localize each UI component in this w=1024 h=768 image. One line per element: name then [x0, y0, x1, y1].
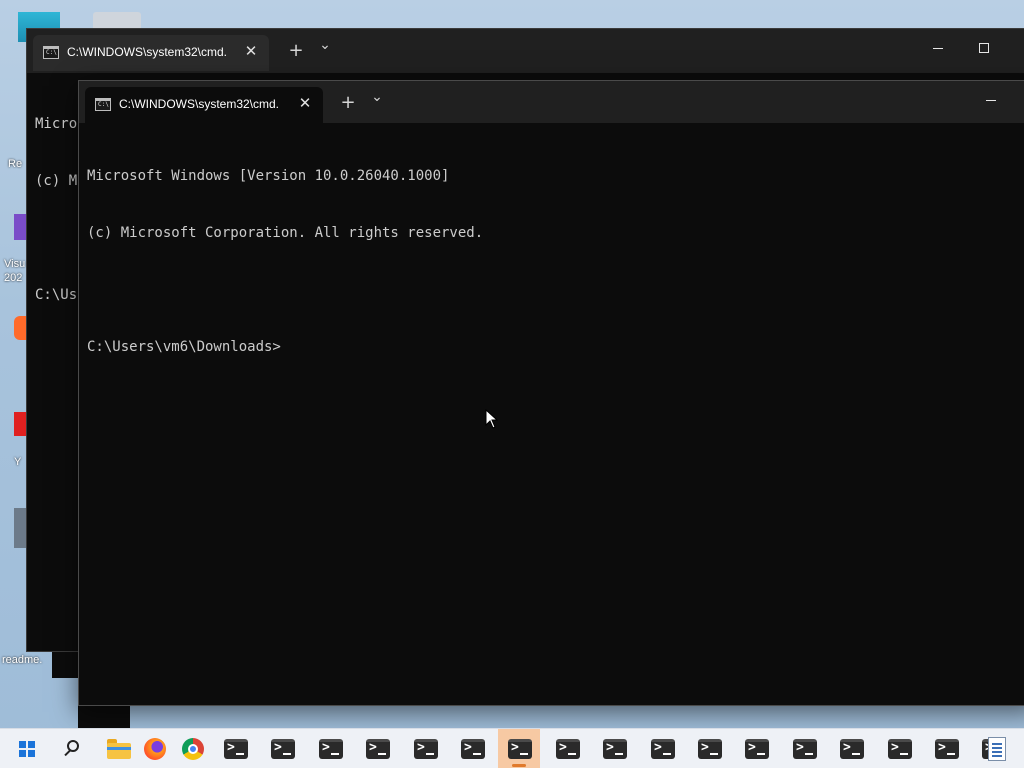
terminal-taskbar-button[interactable]	[404, 729, 446, 768]
terminal-icon	[461, 739, 485, 759]
terminal-taskbar-button[interactable]	[593, 729, 635, 768]
desktop-label-red-app: Y	[14, 456, 22, 468]
tab-dropdown-button[interactable]: ⌄	[365, 85, 389, 109]
terminal-taskbar-button[interactable]	[641, 729, 683, 768]
firefox-icon[interactable]	[144, 738, 166, 760]
terminal-icon	[414, 739, 438, 759]
search-icon	[62, 739, 82, 759]
terminal-taskbar-button[interactable]	[830, 729, 872, 768]
search-button[interactable]	[50, 729, 92, 768]
terminal-taskbar-button[interactable]	[356, 729, 398, 768]
console-line: Microsoft Windows [Version 10.0.26040.10…	[87, 168, 450, 184]
terminal-icon	[603, 739, 627, 759]
terminal-taskbar-button[interactable]	[783, 729, 825, 768]
terminal-icon	[224, 739, 248, 759]
tab-title: C:\WINDOWS\system32\cmd.	[67, 45, 228, 59]
desktop-label-visual-studio-year: 202	[4, 272, 23, 284]
red-app-icon[interactable]	[14, 412, 26, 436]
terminal-icon	[888, 739, 912, 759]
window-edge	[78, 706, 130, 728]
title-bar[interactable]: C:\ C:\WINDOWS\system32\cmd. ✕ + ⌄	[27, 29, 1024, 73]
pen-app-icon[interactable]	[14, 508, 26, 548]
terminal-icon	[556, 739, 580, 759]
terminal-taskbar-button[interactable]	[878, 729, 920, 768]
cmd-icon: C:\	[43, 46, 59, 59]
terminal-taskbar-button[interactable]	[498, 729, 540, 768]
command-prompt[interactable]: C:\Users\vm6\Downloads>	[87, 338, 1024, 357]
terminal-icon	[271, 739, 295, 759]
close-tab-icon[interactable]: ✕	[297, 95, 313, 111]
terminal-icon	[651, 739, 675, 759]
terminal-icon	[840, 739, 864, 759]
tab-title: C:\WINDOWS\system32\cmd.	[119, 97, 280, 111]
firefox-shortcut-icon[interactable]	[14, 316, 26, 340]
notepad-icon[interactable]	[988, 737, 1006, 761]
visual-studio-icon[interactable]	[14, 214, 26, 240]
desktop-label-readme: readme.	[2, 654, 43, 666]
tab-cmd[interactable]: C:\ C:\WINDOWS\system32\cmd. ✕	[85, 87, 323, 123]
terminal-icon	[793, 739, 817, 759]
desktop-label-recycle: Re	[8, 158, 23, 170]
terminal-taskbar-button[interactable]	[261, 729, 303, 768]
terminal-icon	[508, 739, 532, 759]
new-tab-button[interactable]: +	[336, 91, 360, 115]
terminal-taskbar-button[interactable]	[925, 729, 967, 768]
terminal-taskbar-button[interactable]	[735, 729, 777, 768]
cmd-icon: C:\	[95, 98, 111, 111]
console-output[interactable]: Microsoft Windows [Version 10.0.26040.10…	[87, 129, 1024, 395]
minimize-icon	[986, 100, 996, 101]
terminal-icon	[366, 739, 390, 759]
terminal-icon	[935, 739, 959, 759]
terminal-taskbar-button[interactable]	[546, 729, 588, 768]
terminal-icon	[698, 739, 722, 759]
tab-dropdown-button[interactable]: ⌄	[313, 33, 337, 57]
terminal-taskbar-button[interactable]	[214, 729, 256, 768]
cmd-window-foreground[interactable]: C:\ C:\WINDOWS\system32\cmd. ✕ + ⌄ Micro…	[78, 80, 1024, 706]
mouse-cursor-icon	[485, 409, 499, 429]
terminal-icon	[319, 739, 343, 759]
close-tab-icon[interactable]: ✕	[243, 43, 259, 59]
terminal-icon	[745, 739, 769, 759]
file-explorer-icon[interactable]	[107, 739, 131, 759]
minimize-button[interactable]	[924, 37, 954, 61]
minimize-button[interactable]	[977, 89, 1007, 113]
window-edge	[52, 652, 78, 678]
maximize-button[interactable]	[970, 37, 1000, 61]
chrome-icon[interactable]	[182, 738, 204, 760]
tab-cmd[interactable]: C:\ C:\WINDOWS\system32\cmd. ✕	[33, 35, 269, 71]
title-bar[interactable]: C:\ C:\WINDOWS\system32\cmd. ✕ + ⌄	[79, 81, 1024, 123]
start-button[interactable]	[3, 729, 45, 768]
console-line: (c) Microsoft Corporation. All rights re…	[87, 225, 484, 241]
terminal-taskbar-button[interactable]	[309, 729, 351, 768]
desktop-label-visual-studio: Visu	[4, 258, 26, 270]
maximize-icon	[979, 43, 989, 53]
minimize-icon	[933, 48, 943, 49]
terminal-taskbar-button[interactable]	[688, 729, 730, 768]
new-tab-button[interactable]: +	[284, 39, 308, 63]
taskbar	[0, 728, 1024, 768]
terminal-taskbar-button[interactable]	[451, 729, 493, 768]
windows-logo-icon	[19, 741, 35, 757]
